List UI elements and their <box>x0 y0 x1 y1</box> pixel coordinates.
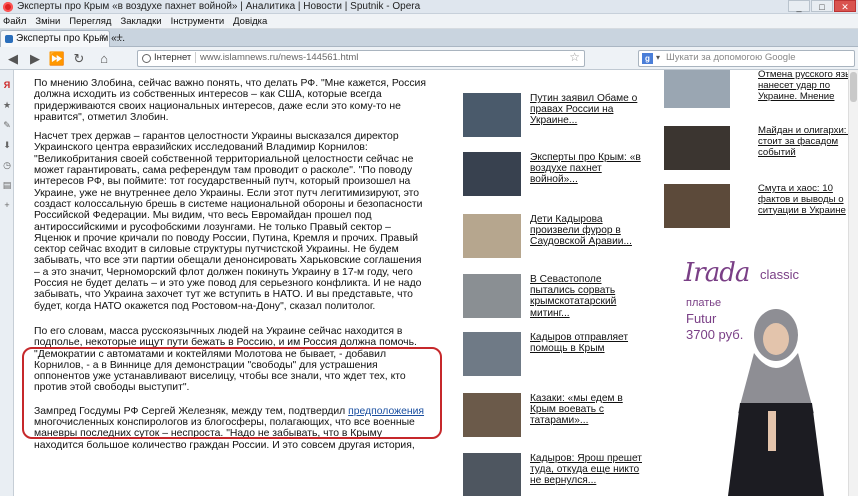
news-item[interactable]: Эксперты про Крым: «в воздухе пахнет вой… <box>463 152 643 198</box>
news-thumbnail[interactable] <box>463 93 521 137</box>
address-bar[interactable]: Інтернет www.islamnews.ru/news-144561.ht… <box>137 50 585 67</box>
news-title[interactable]: Кадыров: Ярош прешет туда, откуда еще ни… <box>530 453 642 487</box>
home-icon[interactable]: ⌂ <box>95 50 113 67</box>
article-paragraph: По мнению Злобина, сейчас важно понять, … <box>34 78 426 123</box>
news-item[interactable]: Путин заявил Обаме о правах России на Ук… <box>463 93 643 139</box>
security-badge: Інтернет <box>154 52 197 63</box>
news-item[interactable]: Кадыров: Ярош прешет туда, откуда еще ни… <box>463 453 643 496</box>
opera-logo-icon <box>3 2 13 12</box>
title-bar: Эксперты про Крым «в воздухе пахнет войн… <box>0 0 858 14</box>
add-panel-icon[interactable]: + <box>2 200 12 210</box>
article-paragraph: Насчет трех держав – гарантов целостност… <box>34 131 423 312</box>
menu-view[interactable]: Перегляд <box>66 14 117 28</box>
history-icon[interactable]: ◷ <box>2 160 12 170</box>
minimize-button[interactable]: _ <box>788 0 810 12</box>
side-panel: Я ★ ✎ ⬇ ◷ ▤ + <box>0 70 14 496</box>
menu-bookmarks[interactable]: Закладки <box>117 14 167 28</box>
window-title: Эксперты про Крым «в воздухе пахнет войн… <box>17 1 421 12</box>
news-title[interactable]: Казаки: «мы едем в Крым воевать с татара… <box>530 393 642 427</box>
news-thumbnail[interactable] <box>664 184 730 228</box>
new-tab-button[interactable]: + <box>116 30 123 44</box>
search-placeholder: Шукати за допомогою Google <box>666 52 796 63</box>
chevron-down-icon[interactable]: ▾ <box>656 53 660 62</box>
forward-icon[interactable]: ▶ <box>26 50 44 67</box>
close-button[interactable]: ✕ <box>834 0 856 12</box>
back-icon[interactable]: ◀ <box>4 50 22 67</box>
bookmarks-icon[interactable]: ★ <box>2 100 12 110</box>
news-thumbnail[interactable] <box>463 332 521 376</box>
url-text[interactable]: www.islamnews.ru/news-144561.html <box>200 52 358 63</box>
highlight-frame <box>22 347 442 439</box>
news-item[interactable]: Кадыров отправляет помощь в Крым <box>463 332 643 378</box>
news-title[interactable]: В Севастополе пытались сорвать крымскота… <box>530 274 642 319</box>
news-title[interactable]: Кадыров отправляет помощь в Крым <box>530 332 642 354</box>
news-title[interactable]: Отмена русского языка нанесет удар по Ук… <box>758 69 858 102</box>
ad-model-illustration <box>728 309 824 496</box>
menu-tools[interactable]: Iнструменти <box>168 14 231 28</box>
panels-icon[interactable]: ▤ <box>2 180 12 190</box>
tab-label: Эксперты про Крым «... <box>16 33 125 44</box>
scrollbar-thumb[interactable] <box>850 72 857 102</box>
news-thumbnail[interactable] <box>463 152 521 196</box>
news-thumbnail[interactable] <box>664 126 730 170</box>
tab-bar: Эксперты про Крым «... × <box>0 29 858 47</box>
menu-help[interactable]: Довiдка <box>230 14 273 28</box>
news-thumbnail[interactable] <box>463 274 521 318</box>
news-thumbnail[interactable] <box>463 393 521 437</box>
menu-bar: Файл Змiни Перегляд Закладки Iнструменти… <box>0 14 858 29</box>
globe-icon <box>142 54 151 63</box>
site-favicon-icon <box>5 35 13 43</box>
address-toolbar: ◀ ▶ ⏩ ↻ ⌂ Інтернет www.islamnews.ru/news… <box>0 47 858 70</box>
news-title[interactable]: Эксперты про Крым: «в воздухе пахнет вой… <box>530 152 642 186</box>
downloads-icon[interactable]: ⬇ <box>2 140 12 150</box>
news-item[interactable]: В Севастополе пытались сорвать крымскота… <box>463 274 643 320</box>
menu-edit[interactable]: Змiни <box>32 14 66 28</box>
news-item[interactable]: Казаки: «мы едем в Крым воевать с татара… <box>463 393 643 439</box>
news-title[interactable]: Смута и хаос: 10 фактов и выводы о ситуа… <box>758 183 858 216</box>
news-thumbnail[interactable] <box>463 214 521 258</box>
reload-icon[interactable]: ↻ <box>70 50 88 67</box>
menu-file[interactable]: Файл <box>0 14 32 28</box>
fast-forward-icon[interactable]: ⏩ <box>48 50 66 67</box>
news-thumbnail[interactable] <box>463 453 521 496</box>
tab-current[interactable]: Эксперты про Крым «... × <box>0 30 125 47</box>
bookmark-star-icon[interactable]: ☆ <box>569 50 580 64</box>
google-icon[interactable]: g <box>642 53 653 64</box>
yandex-icon[interactable]: Я <box>2 80 12 90</box>
maximize-button[interactable]: □ <box>811 0 833 12</box>
notes-icon[interactable]: ✎ <box>2 120 12 130</box>
news-title[interactable]: Путин заявил Обаме о правах России на Ук… <box>530 93 642 127</box>
news-title[interactable]: Дети Кадырова произвели фурор в Саудовск… <box>530 214 642 248</box>
search-input[interactable]: g ▾ Шукати за допомогою Google <box>638 50 855 67</box>
news-title[interactable]: Майдан и олигархи: что стоит за фасадом … <box>758 125 858 158</box>
advertisement-banner[interactable]: Irada classic платье Futur 3700 руб. <box>664 243 858 496</box>
page-scrollbar[interactable] <box>848 70 858 496</box>
news-item[interactable]: Дети Кадырова произвели фурор в Саудовск… <box>463 214 643 260</box>
tab-close-icon[interactable]: × <box>100 32 106 43</box>
news-thumbnail[interactable] <box>664 70 730 108</box>
